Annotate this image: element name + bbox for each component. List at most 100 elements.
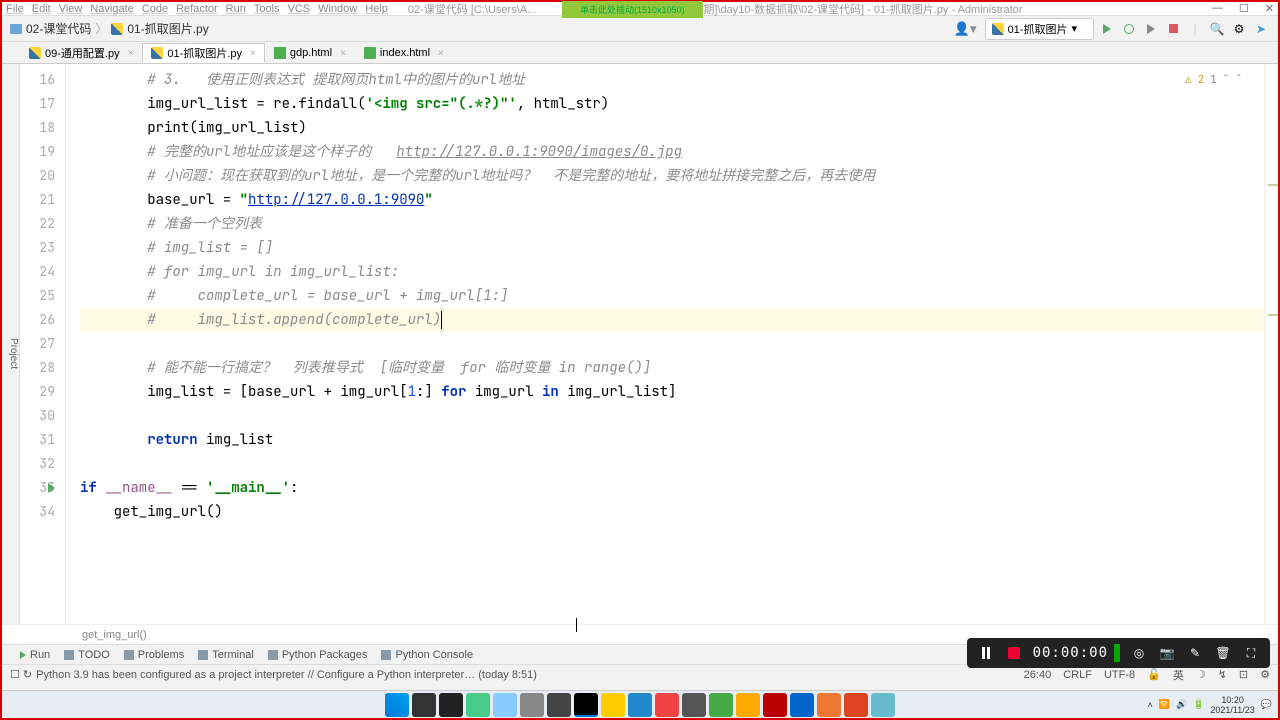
notifications-icon[interactable]: 💬 — [1261, 699, 1272, 710]
line-number[interactable]: 17 — [20, 92, 65, 116]
power-icon[interactable]: ↯ — [1218, 668, 1227, 681]
line-number[interactable]: 32 — [20, 452, 65, 476]
taskbar-app[interactable] — [709, 693, 733, 717]
line-number[interactable]: 29 — [20, 380, 65, 404]
taskbar-app[interactable] — [763, 693, 787, 717]
menu-vcs[interactable]: VCS — [288, 3, 311, 15]
taskbar-app[interactable] — [682, 693, 706, 717]
moon-icon[interactable]: ☽ — [1196, 668, 1206, 681]
line-number[interactable]: 23 — [20, 236, 65, 260]
taskbar-app-active[interactable] — [574, 693, 598, 717]
line-number[interactable]: 33 — [20, 476, 65, 500]
ime-status[interactable]: 英 — [1173, 667, 1184, 683]
line-separator[interactable]: CRLF — [1063, 669, 1092, 681]
status-message[interactable]: Python 3.9 has been configured as a proj… — [36, 669, 537, 681]
run-more-button[interactable] — [1142, 20, 1160, 38]
readonly-icon[interactable]: 🔓 — [1147, 668, 1161, 681]
stop-button[interactable] — [1164, 20, 1182, 38]
close-tab-icon[interactable]: × — [340, 48, 346, 59]
tool-stripe-project[interactable]: Project — [8, 338, 19, 369]
taskbar-app[interactable] — [736, 693, 760, 717]
cursor-position[interactable]: 26:40 — [1024, 669, 1052, 681]
close-tab-icon[interactable]: × — [128, 48, 134, 59]
menu-window[interactable]: Window — [318, 3, 357, 15]
breadcrumb-folder[interactable]: 02-课堂代码 — [10, 20, 91, 37]
search-icon[interactable]: 🔍 — [1208, 20, 1226, 38]
line-number[interactable]: 19 — [20, 140, 65, 164]
line-number[interactable]: 18 — [20, 116, 65, 140]
close-window-button[interactable]: ✕ — [1265, 2, 1274, 15]
error-stripe[interactable] — [1264, 64, 1278, 624]
taskbar-app[interactable] — [493, 693, 517, 717]
line-number[interactable]: 22 — [20, 212, 65, 236]
menu-refactor[interactable]: Refactor — [176, 3, 218, 15]
menu-file[interactable]: File — [6, 3, 24, 15]
target-icon[interactable]: ◎ — [1130, 644, 1148, 662]
start-button[interactable] — [385, 693, 409, 717]
taskbar-app[interactable] — [844, 693, 868, 717]
taskbar-app[interactable] — [439, 693, 463, 717]
pencil-icon[interactable]: ✎ — [1186, 644, 1204, 662]
line-number[interactable]: 20 — [20, 164, 65, 188]
tray-wifi-icon[interactable]: 🛜 — [1159, 699, 1170, 710]
record-button[interactable] — [1005, 644, 1023, 662]
taskbar-app[interactable] — [655, 693, 679, 717]
close-tab-icon[interactable]: × — [250, 48, 256, 59]
bottom-tab-problems[interactable]: Problems — [124, 649, 184, 661]
screen-recorder-panel[interactable]: 00:00:00 ◎ 📷 ✎ 🗑 ⛶ — [967, 638, 1270, 668]
pause-button[interactable] — [977, 644, 995, 662]
taskbar-app[interactable] — [466, 693, 490, 717]
settings-icon[interactable]: ⚙ — [1230, 20, 1248, 38]
line-number[interactable]: 30 — [20, 404, 65, 428]
minimize-button[interactable]: — — [1212, 2, 1223, 15]
inspection-indicators[interactable]: ⚠2 1 ˆ ˇ — [1185, 68, 1242, 92]
bottom-tab-todo[interactable]: TODO — [64, 649, 110, 661]
taskbar-app[interactable] — [412, 693, 436, 717]
menu-view[interactable]: View — [59, 3, 83, 15]
tray-battery-icon[interactable]: 🔋 — [1193, 699, 1204, 710]
run-gutter-icon[interactable] — [48, 483, 55, 493]
debug-button[interactable] — [1120, 20, 1138, 38]
line-number[interactable]: 26 — [20, 308, 65, 332]
breadcrumb-file[interactable]: 01-抓取图片.py — [111, 20, 208, 37]
bottom-tab-python-packages[interactable]: Python Packages — [268, 649, 368, 661]
close-tab-icon[interactable]: × — [438, 48, 444, 59]
editor-tab[interactable]: index.html× — [355, 43, 453, 63]
zoom-icon[interactable]: ⊡ — [1239, 668, 1248, 681]
menu-edit[interactable]: Edit — [32, 3, 51, 15]
taskbar-app[interactable] — [817, 693, 841, 717]
windows-taskbar[interactable]: ˄ 🛜 🔊 🔋 10:20 2021/11/23 💬 — [2, 690, 1278, 718]
line-number[interactable]: 16 — [20, 68, 65, 92]
chevron-down-icon[interactable]: ˇ — [1235, 68, 1242, 92]
tray-volume-icon[interactable]: 🔊 — [1176, 699, 1187, 710]
maximize-button[interactable]: ☐ — [1239, 2, 1249, 15]
menu-help[interactable]: Help — [365, 3, 388, 15]
menu-code[interactable]: Code — [142, 3, 168, 15]
menu-tools[interactable]: Tools — [254, 3, 280, 15]
line-number[interactable]: 24 — [20, 260, 65, 284]
taskbar-app[interactable] — [547, 693, 571, 717]
editor-tab[interactable]: 01-抓取图片.py× — [142, 43, 264, 63]
chevron-up-icon[interactable]: ˆ — [1223, 68, 1230, 92]
line-number[interactable]: 21 — [20, 188, 65, 212]
bottom-tab-python-console[interactable]: Python Console — [381, 649, 473, 661]
user-icon[interactable]: 👤▾ — [954, 21, 977, 37]
line-number[interactable]: 25 — [20, 284, 65, 308]
taskbar-app[interactable] — [871, 693, 895, 717]
taskbar-app[interactable] — [628, 693, 652, 717]
line-number[interactable]: 31 — [20, 428, 65, 452]
file-encoding[interactable]: UTF-8 — [1104, 669, 1135, 681]
menu-navigate[interactable]: Navigate — [90, 3, 133, 15]
bottom-tab-run[interactable]: Run — [20, 649, 50, 661]
taskbar-app[interactable] — [520, 693, 544, 717]
editor-tab[interactable]: gdp.html× — [265, 43, 355, 63]
tray-chevron-icon[interactable]: ˄ — [1147, 700, 1152, 710]
menu-run[interactable]: Run — [226, 3, 246, 15]
run-configuration-select[interactable]: 01-抓取图片 ▾ — [985, 18, 1094, 40]
fullscreen-icon[interactable]: ⛶ — [1242, 644, 1260, 662]
camera-icon[interactable]: 📷 — [1158, 644, 1176, 662]
trash-icon[interactable]: 🗑 — [1214, 644, 1232, 662]
line-number[interactable]: 34 — [20, 500, 65, 524]
editor-tab[interactable]: 09-通用配置.py× — [20, 43, 142, 63]
status-settings-icon[interactable]: ⚙ — [1260, 668, 1270, 681]
